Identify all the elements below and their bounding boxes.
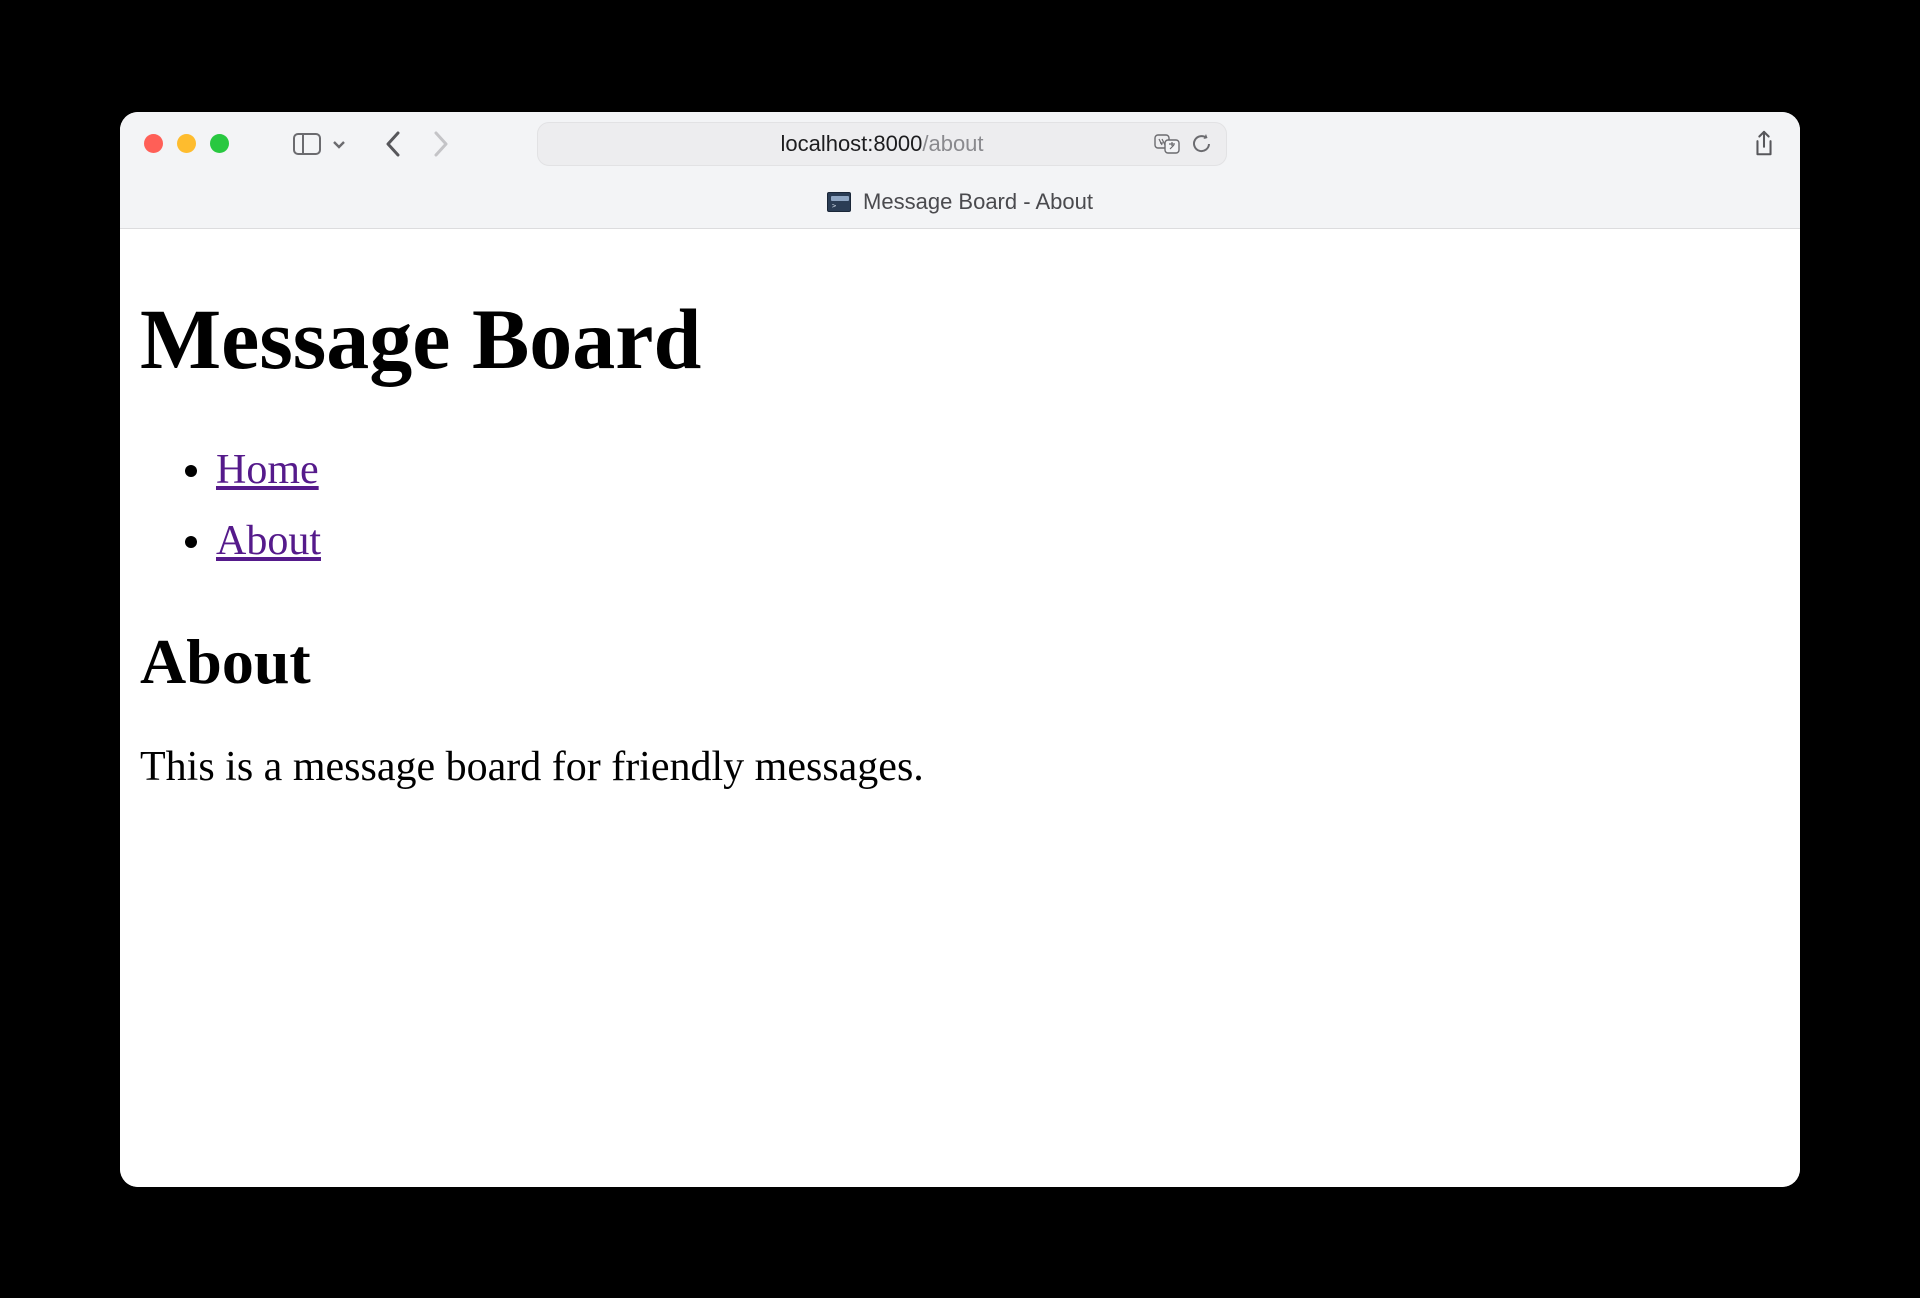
address-bar[interactable]: localhost:8000/about bbox=[537, 122, 1227, 166]
window-controls bbox=[144, 134, 229, 153]
url-text: localhost:8000/about bbox=[780, 131, 983, 157]
browser-chrome: localhost:8000/about bbox=[120, 112, 1800, 229]
page-body-text: This is a message board for friendly mes… bbox=[140, 743, 1780, 791]
list-item: About bbox=[216, 506, 1780, 577]
list-item: Home bbox=[216, 435, 1780, 506]
translate-icon[interactable] bbox=[1154, 134, 1180, 154]
favicon-icon bbox=[827, 192, 851, 212]
nav-link-about[interactable]: About bbox=[216, 518, 321, 564]
toolbar-right bbox=[1752, 130, 1776, 158]
close-window-button[interactable] bbox=[144, 134, 163, 153]
maximize-window-button[interactable] bbox=[210, 134, 229, 153]
navigation-arrows bbox=[383, 130, 451, 158]
back-button[interactable] bbox=[383, 130, 403, 158]
tab-bar: Message Board - About bbox=[120, 176, 1800, 228]
minimize-window-button[interactable] bbox=[177, 134, 196, 153]
url-path: /about bbox=[922, 131, 983, 156]
chevron-down-icon bbox=[331, 136, 347, 152]
url-host: localhost:8000 bbox=[780, 131, 922, 156]
share-icon[interactable] bbox=[1752, 130, 1776, 158]
address-bar-actions bbox=[1154, 133, 1212, 155]
reload-icon[interactable] bbox=[1192, 133, 1212, 155]
browser-window: localhost:8000/about bbox=[120, 112, 1800, 1187]
page-content: Message Board Home About About This is a… bbox=[120, 229, 1800, 1187]
tab-title[interactable]: Message Board - About bbox=[863, 189, 1093, 215]
sidebar-icon bbox=[293, 133, 321, 155]
nav-list: Home About bbox=[216, 435, 1780, 578]
site-title: Message Board bbox=[140, 289, 1780, 389]
chevron-right-icon bbox=[433, 131, 449, 157]
browser-toolbar: localhost:8000/about bbox=[120, 112, 1800, 176]
forward-button[interactable] bbox=[431, 130, 451, 158]
nav-link-home[interactable]: Home bbox=[216, 447, 319, 493]
chevron-left-icon bbox=[385, 131, 401, 157]
sidebar-toggle-button[interactable] bbox=[293, 133, 347, 155]
page-heading: About bbox=[140, 625, 1780, 699]
